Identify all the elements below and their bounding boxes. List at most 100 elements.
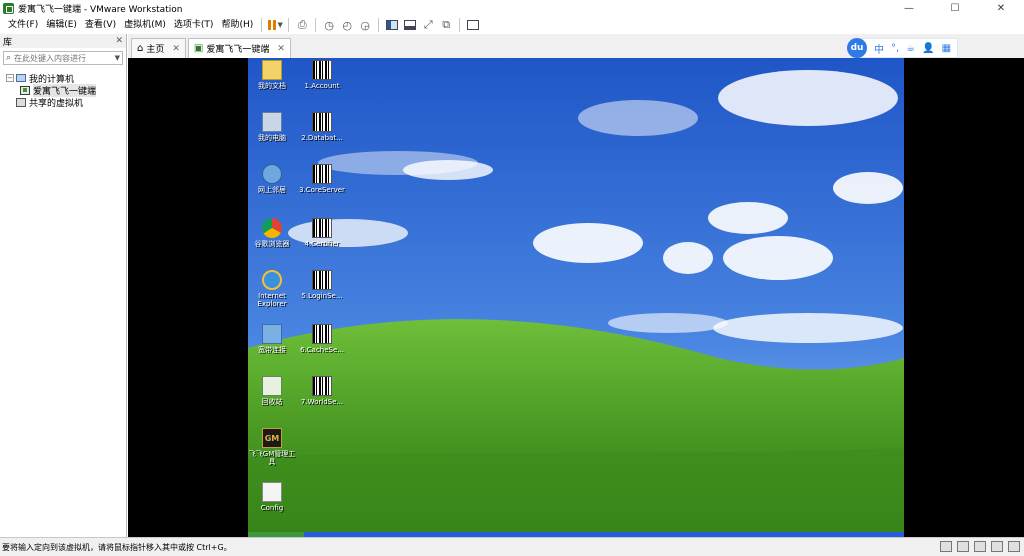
desktop-icon-label: 2.Databat... [301,134,343,142]
shortcut-icon [312,60,332,80]
pause-button[interactable]: ▼ [266,17,284,33]
desktop-icon-label: 4.Certifier [304,240,340,248]
menu-edit[interactable]: 编辑(E) [42,17,81,33]
menu-vm[interactable]: 虚拟机(M) [120,17,170,33]
thumbnail-bar-icon [404,20,417,30]
snapshot-manager-button[interactable]: ◶ [356,17,374,33]
desktop-icon-network[interactable]: 网上邻居 [248,164,296,194]
desktop-icon-label: 7.WorldSe... [300,398,344,406]
ime-chinese-mode[interactable]: 中 [874,41,884,56]
close-icon[interactable]: ✕ [277,44,285,54]
console-view-button[interactable] [464,17,482,33]
search-icon: ⌕ [6,53,12,63]
shortcut-icon [312,376,332,396]
bliss-wallpaper [248,58,904,537]
desktop-icon-gm-tool[interactable]: GM 飞飞GM管理工具 [248,428,296,466]
desktop-icon-my-documents[interactable]: 我的文档 [248,60,296,90]
guest-desktop[interactable]: 我的文档 我的电脑 网上邻居 谷歌浏览器 Internet Explorer 宽… [248,58,904,537]
chevron-down-icon[interactable]: ▼ [115,54,120,62]
recycle-bin-icon [262,376,282,396]
show-library-icon [386,20,399,30]
thumbnail-bar-button[interactable] [401,17,419,33]
desktop-icon-config[interactable]: Config [248,482,296,512]
desktop-icon-label: 我的文档 [258,82,286,90]
tree-item-shared-vms[interactable]: 共享的虚拟机 [6,96,126,109]
home-icon: ⌂ [137,43,144,54]
menu-view[interactable]: 查看(V) [81,17,120,33]
cd-rom-icon[interactable] [957,541,969,552]
vmware-app-icon [3,2,14,14]
desktop-icon-account-server[interactable]: 1.Account [298,60,346,90]
desktop-icon-world-server[interactable]: 7.WorldSe... [298,376,346,406]
desktop-icon-database-server[interactable]: 2.Databat... [298,112,346,142]
library-search[interactable]: ⌕ ▼ [3,51,123,65]
toolbar-separator [459,18,461,32]
desktop-icon-broadband[interactable]: 宽带连接 [248,324,296,354]
documents-icon [262,60,282,80]
pause-icon [267,20,276,30]
desktop-icon-label: 谷歌浏览器 [254,240,290,248]
unity-button[interactable]: ⧉ [437,17,455,33]
close-icon[interactable]: ✕ [172,44,180,54]
chrome-icon [262,218,282,238]
show-library-button[interactable] [383,17,401,33]
tree-item-vm[interactable]: 爱寓飞飞一键端 [6,83,126,97]
baidu-ime-logo[interactable]: du [847,38,867,58]
tree-item-label: 共享的虚拟机 [29,98,84,109]
ime-skin-icon[interactable]: ☕ [906,43,915,54]
ime-punctuation-icon[interactable]: °, [891,43,899,54]
tab-vm[interactable]: ▣ 爱寓飞飞一键端 ✕ [187,38,291,58]
maximize-button[interactable]: ☐ [932,0,978,16]
desktop-icon-cache-server[interactable]: 6.CacheSe... [298,324,346,354]
collapse-icon[interactable]: − [6,74,14,82]
toolbar-separator [315,18,317,32]
tab-home[interactable]: ⌂ 主页 ✕ [131,38,186,58]
library-search-input[interactable] [14,53,105,63]
snapshot-icon: ◷ [324,18,335,32]
network-adapter-icon[interactable] [974,541,986,552]
usb-icon[interactable] [991,541,1003,552]
config-icon [262,482,282,502]
computer-icon [16,74,26,82]
ime-user-icon[interactable]: 👤 [922,43,934,54]
desktop-icon-label: Config [260,504,284,512]
window-title: 爱寓飞飞一键端 - VMware Workstation [18,4,183,15]
close-icon[interactable]: ✕ [115,36,123,46]
desktop-icon-login-server[interactable]: 5.LoginSe... [298,270,346,300]
tree-item-my-computer[interactable]: − 我的计算机 [6,72,126,85]
ime-toolbox-icon[interactable]: ▦ [942,43,951,54]
broadband-icon [262,324,282,344]
window-controls: — ☐ ✕ [886,0,1024,16]
full-screen-button[interactable]: ⤢ [419,17,437,33]
desktop-icon-label: 飞飞GM管理工具 [248,450,296,466]
menu-help[interactable]: 帮助(H) [217,17,257,33]
desktop-icon-recycle-bin[interactable]: 回收站 [248,376,296,406]
desktop-icon-certifier[interactable]: 4.Certifier [298,218,346,248]
ie-icon [262,270,282,290]
desktop-icon-chrome[interactable]: 谷歌浏览器 [248,218,296,248]
toolbar-separator [288,18,290,32]
menu-tabs[interactable]: 选项卡(T) [170,17,218,33]
revert-snapshot-button[interactable]: ◴ [338,17,356,33]
send-ctrl-alt-del-button[interactable]: ⎙ [293,17,311,33]
minimize-button[interactable]: — [886,0,932,16]
desktop-icon-label: 回收站 [261,398,283,406]
display-icon[interactable] [1008,541,1020,552]
vm-icon: ▣ [193,43,204,54]
close-button[interactable]: ✕ [978,0,1024,16]
tab-label: 爱寓飞飞一键端 [206,45,270,55]
menu-toolbar: 文件(F) 编辑(E) 查看(V) 虚拟机(M) 选项卡(T) 帮助(H) ▼ … [0,16,1024,34]
gm-icon: GM [262,428,282,448]
desktop-icon-internet-explorer[interactable]: Internet Explorer [248,270,296,308]
desktop-icon-core-server[interactable]: 3.CoreServer [298,164,346,194]
full-screen-icon: ⤢ [423,18,433,31]
menu-file[interactable]: 文件(F) [4,17,42,33]
revert-snapshot-icon: ◴ [342,18,353,32]
desktop-icon-my-computer[interactable]: 我的电脑 [248,112,296,142]
shortcut-icon [312,164,332,184]
vm-console[interactable]: 我的文档 我的电脑 网上邻居 谷歌浏览器 Internet Explorer 宽… [128,58,1024,537]
hard-disk-icon[interactable] [940,541,952,552]
vm-icon [20,85,30,95]
computer-icon [262,112,282,132]
snapshot-button[interactable]: ◷ [320,17,338,33]
